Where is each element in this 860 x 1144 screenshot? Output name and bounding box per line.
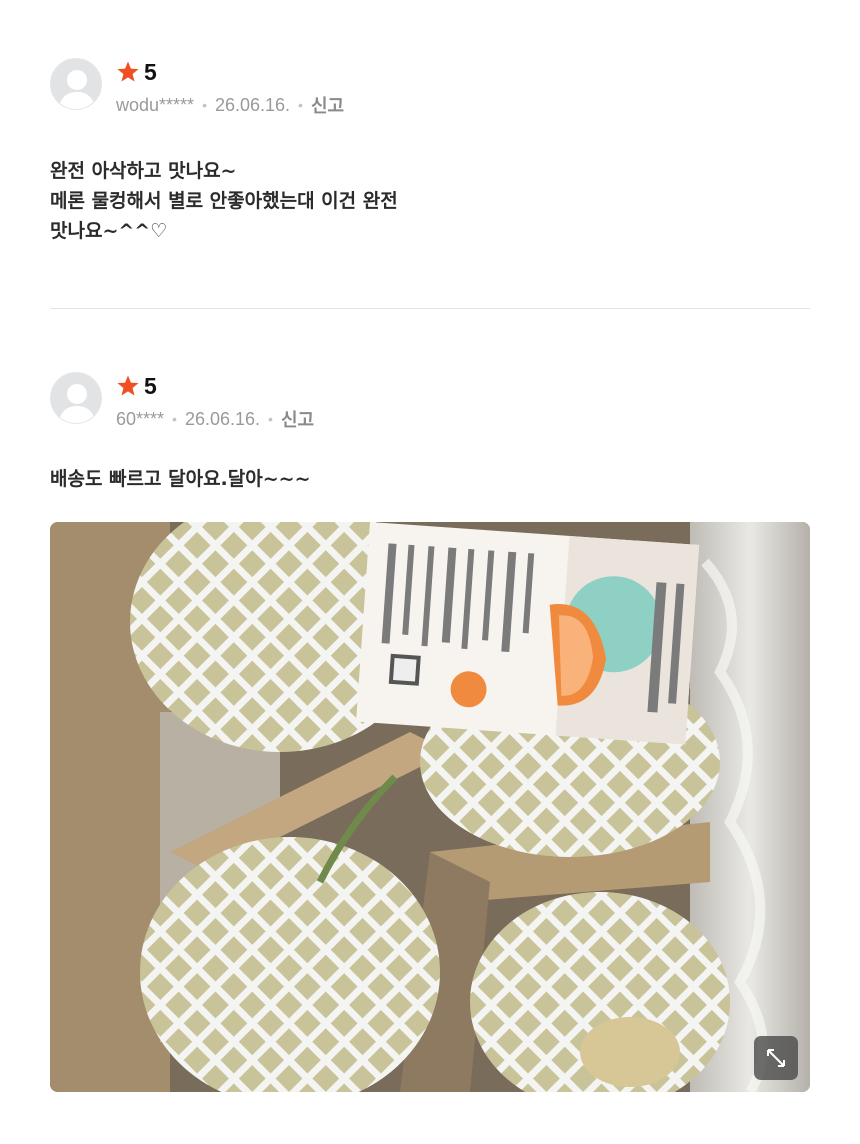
rating: 5 [116,372,157,400]
review-text: 배송도 빠르고 달아요.달아~~~ [50,468,311,490]
avatar [50,372,102,424]
default-user-icon [51,59,101,109]
rating-score: 5 [144,58,157,85]
avatar [50,58,102,110]
review-photo[interactable] [50,522,810,1092]
star-icon [117,61,139,82]
divider [50,308,810,309]
rating-score: 5 [144,372,157,399]
expand-icon [767,1049,785,1067]
melon-box-image [50,522,810,1092]
report-button[interactable]: 신고 [281,406,314,432]
username: 60**** [116,408,165,429]
star-icon [117,375,139,396]
separator-dot: • [298,97,303,113]
review-date: 26.06.16. [214,94,291,115]
separator-dot: • [268,411,273,427]
report-button[interactable]: 신고 [311,92,344,118]
default-user-icon [51,373,101,423]
separator-dot: • [172,411,177,427]
expand-button[interactable] [754,1036,798,1080]
review-meta: 60**** • 26.06.16. • 신고 [116,406,314,432]
rating: 5 [116,58,157,86]
separator-dot: • [202,97,207,113]
review-date: 26.06.16. [184,408,261,429]
review-meta: wodu***** • 26.06.16. • 신고 [116,92,344,118]
review-text: 완전 아삭하고 맛나요~ 메론 물컹해서 별로 안좋아했는대 이건 완전 맛나요… [50,160,398,242]
username: wodu***** [116,94,195,115]
